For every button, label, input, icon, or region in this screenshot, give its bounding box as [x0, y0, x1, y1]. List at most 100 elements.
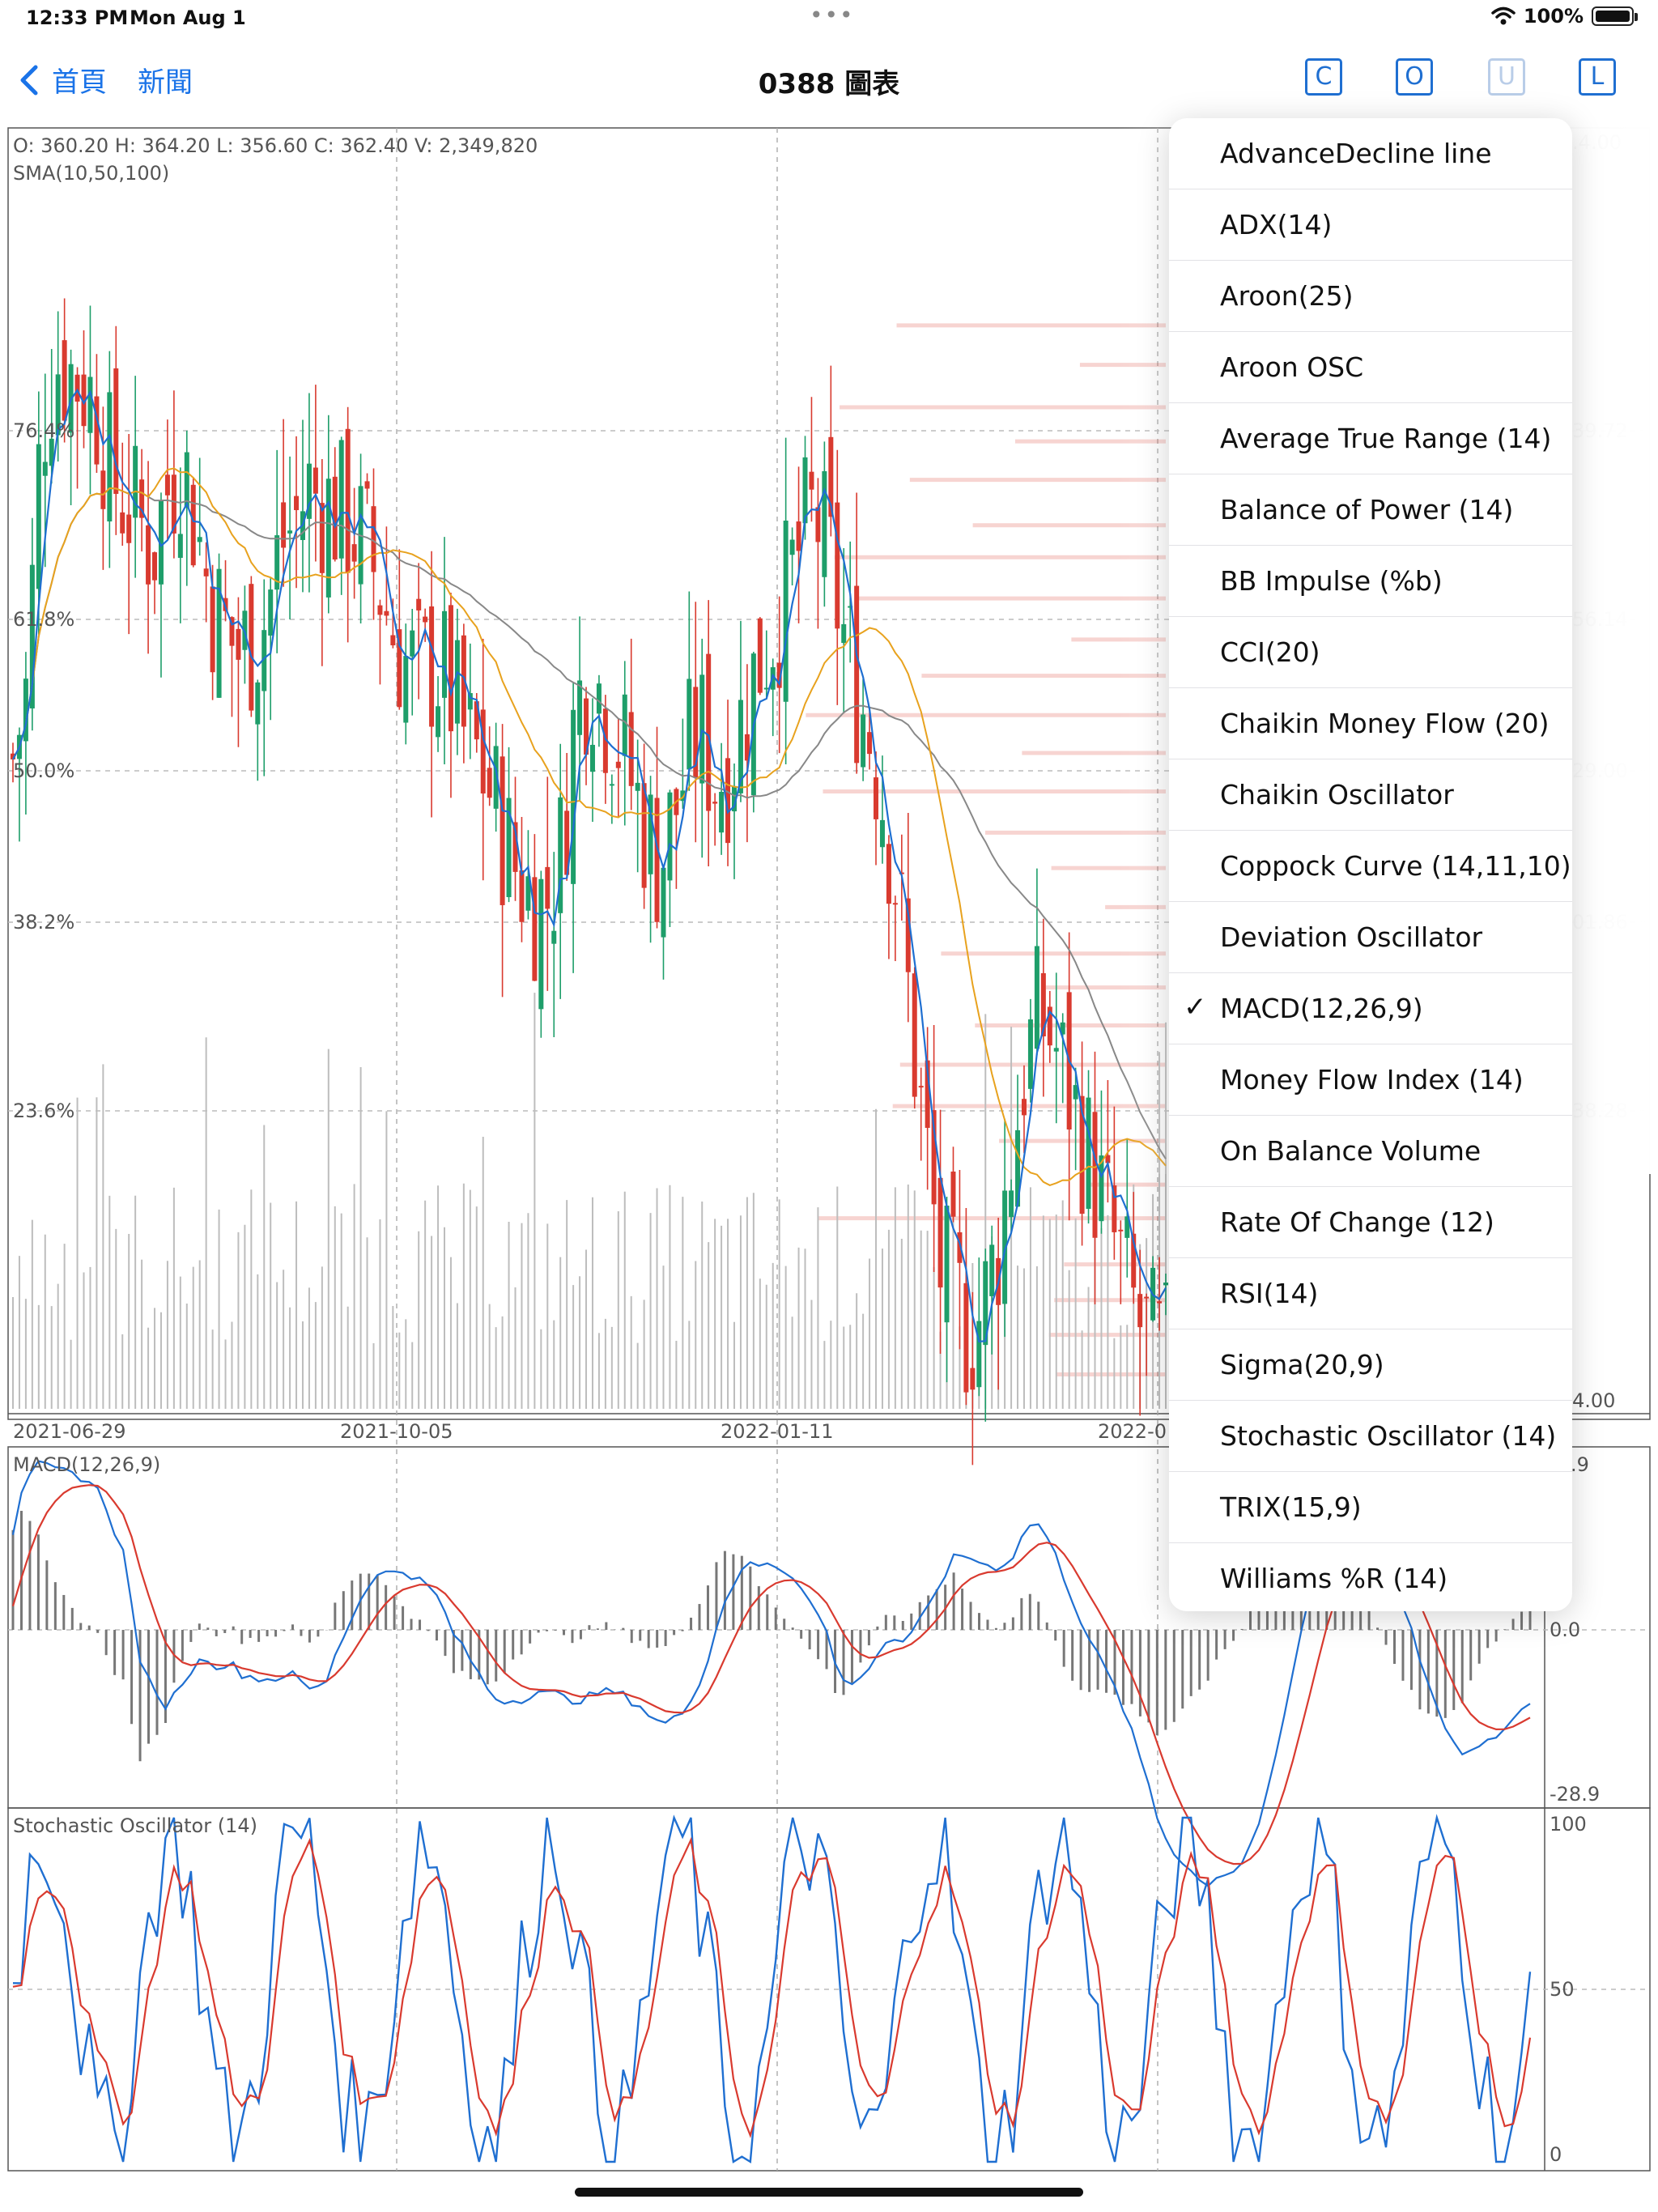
status-date: Mon Aug 1: [130, 6, 246, 29]
candle-body: [287, 530, 293, 534]
menu-item[interactable]: Rate Of Change (12): [1169, 1187, 1572, 1258]
menu-item-label: AdvanceDecline line: [1220, 138, 1492, 169]
candle-body: [822, 470, 827, 577]
menu-item[interactable]: ADX(14): [1169, 189, 1572, 261]
candle-body: [615, 761, 621, 768]
candle-body: [944, 1206, 950, 1323]
menu-item[interactable]: Sigma(20,9): [1169, 1329, 1572, 1401]
candle-body: [635, 782, 640, 791]
menu-item[interactable]: Money Flow Index (14): [1169, 1044, 1572, 1116]
ohlc-mode-button[interactable]: O: [1396, 58, 1433, 96]
ohlc-readout: O: 360.20 H: 364.20 L: 356.60 C: 362.40 …: [13, 134, 538, 157]
menu-item[interactable]: On Balance Volume: [1169, 1116, 1572, 1187]
candle-body: [841, 623, 847, 644]
candle-body: [815, 507, 821, 542]
menu-item[interactable]: CCI(20): [1169, 617, 1572, 688]
menu-item[interactable]: Chaikin Money Flow (20): [1169, 688, 1572, 759]
menu-item-label: RSI(14): [1220, 1278, 1319, 1309]
menu-item-label: On Balance Volume: [1220, 1135, 1482, 1167]
menu-item[interactable]: Chaikin Oscillator: [1169, 759, 1572, 831]
candle-body: [351, 544, 357, 562]
candle-body: [120, 512, 125, 534]
candle-body: [1021, 1099, 1027, 1116]
menu-item[interactable]: Average True Range (14): [1169, 403, 1572, 474]
candle-body: [886, 844, 891, 904]
menu-item[interactable]: Balance of Power (14): [1169, 474, 1572, 546]
stoch-title: Stochastic Oscillator (14): [13, 1814, 257, 1837]
wifi-icon: [1491, 6, 1516, 25]
stoch-axis-label: 0: [1550, 2143, 1562, 2166]
candle-body: [100, 470, 106, 509]
menu-item-label: CCI(20): [1220, 636, 1320, 668]
candle-body: [36, 444, 41, 589]
candle-body: [500, 756, 505, 905]
candle-body: [338, 440, 344, 559]
candle-body: [699, 674, 705, 784]
macd-axis-label: -28.9: [1550, 1783, 1600, 1806]
menu-item-label: ADX(14): [1220, 209, 1333, 240]
candle-body: [1099, 1155, 1104, 1222]
menu-item[interactable]: TRIX(15,9): [1169, 1472, 1572, 1543]
fib-label: 38.2%: [13, 911, 74, 934]
candle-body: [319, 503, 325, 573]
menu-item[interactable]: Coppock Curve (14,11,10): [1169, 831, 1572, 902]
candle-body: [436, 706, 441, 738]
candle-body: [1009, 1190, 1014, 1218]
menu-item[interactable]: AdvanceDecline line: [1169, 118, 1572, 189]
menu-item[interactable]: Aroon(25): [1169, 261, 1572, 332]
candle-body: [854, 585, 860, 764]
candle-body: [107, 392, 113, 522]
candlesticks: [11, 298, 1168, 1465]
price-axis-label: 01.86: [1572, 911, 1628, 934]
menu-item[interactable]: Aroon OSC: [1169, 332, 1572, 403]
candle-body: [545, 866, 551, 909]
battery-icon: [1592, 6, 1638, 26]
menu-item[interactable]: Stochastic Oscillator (14): [1169, 1401, 1572, 1472]
multitasking-dots-icon[interactable]: •••: [810, 2, 855, 28]
menu-item-label: Stochastic Oscillator (14): [1220, 1420, 1557, 1452]
candle-body: [892, 903, 898, 905]
sma50-line: [12, 467, 1167, 1186]
candle-body: [184, 452, 189, 508]
home-indicator[interactable]: [575, 2188, 1083, 2197]
fib-label: 76.4%: [13, 419, 74, 442]
candle-body: [589, 744, 595, 772]
candle-body: [197, 537, 202, 542]
candle-body: [1086, 1097, 1091, 1210]
candle-body: [628, 712, 634, 786]
menu-item-label: BB Impulse (%b): [1220, 565, 1443, 597]
candle-body: [970, 1368, 976, 1390]
candle-body: [609, 784, 614, 786]
menu-item[interactable]: ✓ MACD(12,26,9): [1169, 973, 1572, 1044]
candle-body: [861, 714, 866, 768]
candle-body: [661, 867, 666, 938]
candle-body: [577, 680, 583, 735]
candle-body: [429, 606, 435, 727]
candle-body: [1053, 1048, 1059, 1052]
candle-body: [874, 777, 879, 819]
date-label: 2022-0: [1098, 1420, 1167, 1443]
price-axis-label: 29.00: [1572, 759, 1628, 782]
candle-body: [164, 474, 170, 496]
menu-item[interactable]: Deviation Oscillator: [1169, 902, 1572, 973]
u-mode-button: U: [1488, 58, 1525, 96]
line-mode-button[interactable]: L: [1579, 58, 1616, 96]
menu-item[interactable]: Williams %R (14): [1169, 1543, 1572, 1611]
candle-body: [1163, 1283, 1168, 1286]
volume-bars: [12, 993, 1167, 1409]
candle-body: [403, 656, 409, 723]
menu-item[interactable]: BB Impulse (%b): [1169, 546, 1572, 617]
candle-body: [1144, 1296, 1150, 1299]
menu-item[interactable]: RSI(14): [1169, 1258, 1572, 1329]
menu-item-label: Balance of Power (14): [1220, 494, 1514, 525]
candle-body: [480, 709, 486, 794]
navigation-bar: 首頁 新聞 0388 圖表 C O U L: [0, 39, 1658, 123]
menu-item-label: Average True Range (14): [1220, 423, 1552, 454]
candle-body: [377, 605, 383, 615]
candle-body: [177, 534, 183, 558]
candlestick-mode-button[interactable]: C: [1305, 58, 1342, 96]
candle-body: [487, 768, 492, 798]
menu-item-label: Williams %R (14): [1220, 1563, 1448, 1594]
status-time: 12:33 PM: [26, 6, 129, 29]
indicator-menu[interactable]: AdvanceDecline line ADX(14) Aroon(25) Aroon…: [1169, 118, 1572, 1611]
